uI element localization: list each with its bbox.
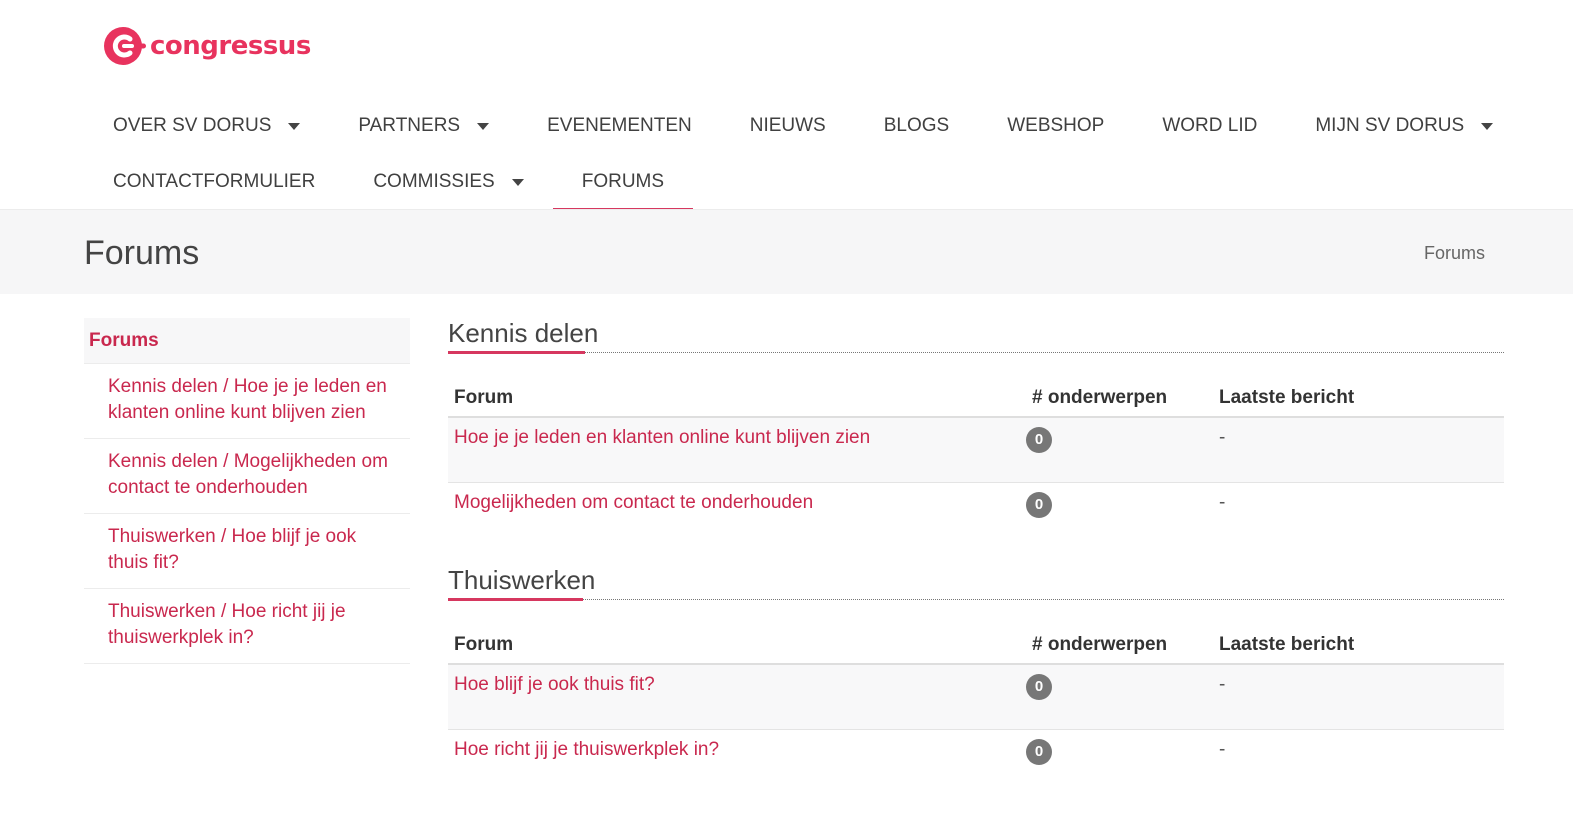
congressus-logo-icon (104, 27, 146, 65)
topic-count-cell: 0 (1026, 481, 1213, 547)
topic-count-badge: 0 (1026, 427, 1052, 453)
caret-down-icon (288, 122, 301, 130)
forum-link[interactable]: Hoe je je leden en klanten online kunt b… (448, 416, 1026, 482)
column-header-count: # onderwerpen (1026, 379, 1213, 418)
section-title: Thuiswerken (448, 565, 1504, 601)
nav-row-2: CONTACTFORMULIER COMMISSIES FORUMS (84, 154, 1504, 211)
nav-item-blogs[interactable]: BLOGS (855, 98, 978, 154)
topic-count-cell: 0 (1026, 663, 1213, 729)
table-row: Hoe richt jij je thuiswerkplek in? 0 - (448, 728, 1504, 794)
nav-label: FORUMS (581, 171, 665, 192)
column-header-count: # onderwerpen (1026, 626, 1213, 665)
forum-link[interactable]: Hoe richt jij je thuiswerkplek in? (448, 728, 1026, 794)
nav-item-commissies[interactable]: COMMISSIES (344, 154, 552, 210)
forum-table: Forum # onderwerpen Laatste bericht Hoe … (448, 379, 1504, 547)
forum-section-kennis-delen: Kennis delen Forum # onderwerpen Laatste… (448, 318, 1504, 547)
forum-table: Forum # onderwerpen Laatste bericht Hoe … (448, 626, 1504, 794)
nav-item-forums[interactable]: FORUMS (552, 154, 694, 211)
nav-item-contactformulier[interactable]: CONTACTFORMULIER (84, 154, 344, 210)
main-navigation: OVER SV DORUS PARTNERS EVENEMENTEN NIEUW… (84, 98, 1504, 211)
sidebar-heading[interactable]: Forums (84, 318, 410, 364)
column-header-last-post: Laatste bericht (1213, 626, 1504, 665)
nav-label: PARTNERS (358, 115, 461, 136)
nav-item-over-sv-dorus[interactable]: OVER SV DORUS (84, 98, 329, 154)
nav-label: CONTACTFORMULIER (113, 171, 316, 192)
nav-item-word-lid[interactable]: WORD LID (1133, 98, 1286, 154)
column-header-forum: Forum (448, 379, 1026, 418)
section-title-underline (448, 351, 585, 354)
section-title-text: Thuiswerken (448, 565, 596, 595)
topic-count-cell: 0 (1026, 416, 1213, 482)
column-header-forum: Forum (448, 626, 1026, 665)
sidebar-item[interactable]: Thuiswerken / Hoe richt jij je thuiswerk… (84, 589, 410, 664)
forum-link[interactable]: Mogelijkheden om contact te onderhouden (448, 481, 1026, 547)
sidebar-item[interactable]: Kennis delen / Mogelijkheden om contact … (84, 439, 410, 514)
table-header-row: Forum # onderwerpen Laatste bericht (448, 379, 1504, 418)
section-title-text: Kennis delen (448, 318, 599, 348)
page-title-bar: Forums Forums (0, 209, 1573, 294)
last-post-cell: - (1213, 663, 1504, 729)
forum-sidebar: Forums Kennis delen / Hoe je je leden en… (84, 318, 410, 664)
nav-label: BLOGS (883, 115, 950, 136)
nav-label: EVENEMENTEN (547, 115, 692, 136)
column-header-last-post: Laatste bericht (1213, 379, 1504, 418)
section-title-underline (448, 598, 583, 601)
nav-label: OVER SV DORUS (113, 115, 272, 136)
table-row: Mogelijkheden om contact te onderhouden … (448, 481, 1504, 547)
topic-count-badge: 0 (1026, 674, 1052, 700)
sidebar-item[interactable]: Kennis delen / Hoe je je leden en klante… (84, 364, 410, 439)
brand-logo[interactable]: congressus (102, 24, 311, 68)
nav-row-1: OVER SV DORUS PARTNERS EVENEMENTEN NIEUW… (84, 98, 1504, 154)
nav-label: WEBSHOP (1007, 115, 1105, 136)
nav-label: COMMISSIES (373, 171, 495, 192)
caret-down-icon (511, 178, 524, 186)
nav-label: WORD LID (1162, 115, 1258, 136)
caret-down-icon (1481, 122, 1494, 130)
table-header-row: Forum # onderwerpen Laatste bericht (448, 626, 1504, 665)
nav-item-nieuws[interactable]: NIEUWS (721, 98, 855, 154)
section-title: Kennis delen (448, 318, 1504, 354)
nav-item-webshop[interactable]: WEBSHOP (978, 98, 1133, 154)
nav-item-partners[interactable]: PARTNERS (329, 98, 518, 154)
nav-label: NIEUWS (749, 115, 826, 136)
last-post-cell: - (1213, 481, 1504, 547)
topic-count-badge: 0 (1026, 491, 1052, 518)
nav-item-mijn-sv-dorus[interactable]: MIJN SV DORUS (1286, 98, 1522, 154)
nav-label: MIJN SV DORUS (1315, 115, 1465, 136)
topic-count-badge: 0 (1026, 738, 1052, 765)
table-row: Hoe blijf je ook thuis fit? 0 - (448, 663, 1504, 729)
nav-item-evenementen[interactable]: EVENEMENTEN (518, 98, 721, 154)
brand-name: congressus (150, 31, 311, 61)
table-row: Hoe je je leden en klanten online kunt b… (448, 416, 1504, 482)
caret-down-icon (477, 122, 490, 130)
page-title: Forums (84, 234, 200, 272)
sidebar-item[interactable]: Thuiswerken / Hoe blijf je ook thuis fit… (84, 514, 410, 589)
forum-link[interactable]: Hoe blijf je ook thuis fit? (448, 663, 1026, 729)
breadcrumb: Forums (1423, 243, 1485, 263)
last-post-cell: - (1213, 416, 1504, 482)
forum-section-thuiswerken: Thuiswerken Forum # onderwerpen Laatste … (448, 565, 1504, 794)
topic-count-cell: 0 (1026, 728, 1213, 794)
last-post-cell: - (1213, 728, 1504, 794)
